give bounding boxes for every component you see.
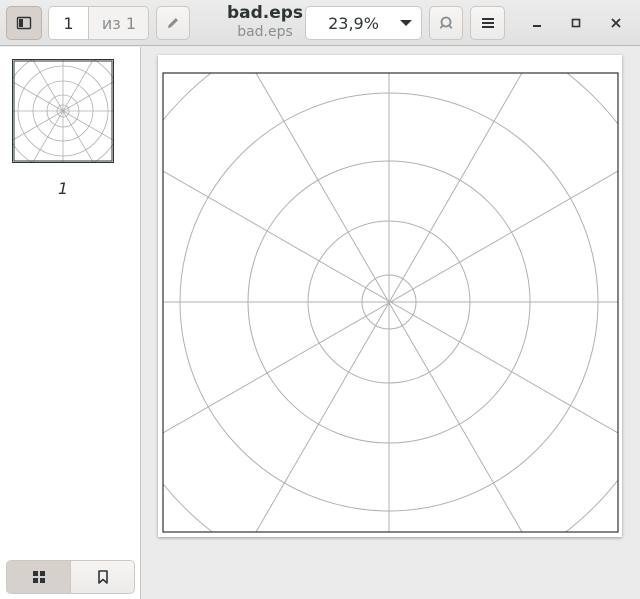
bookmark-icon [97, 570, 108, 584]
document-view[interactable] [142, 47, 640, 599]
minimize-button[interactable] [522, 6, 552, 40]
close-icon [611, 18, 621, 28]
chevron-down-icon [391, 18, 421, 28]
page-number-input[interactable] [49, 7, 89, 39]
sidebar-view-switcher [6, 560, 135, 594]
sidebar: 1 [0, 47, 141, 599]
minimize-icon [533, 25, 541, 27]
grid-icon [32, 571, 45, 583]
page-thumbnail[interactable]: 1 [2, 50, 124, 212]
hamburger-menu-icon [481, 18, 494, 28]
thumbnail-page-label: 1 [57, 179, 69, 198]
pencil-icon [168, 18, 178, 28]
sidebar-icon [16, 16, 32, 30]
search-icon [439, 16, 453, 29]
main-menu-button[interactable] [470, 6, 505, 40]
page-count-label: из 1 [89, 7, 148, 39]
zoom-value: 23,9% [328, 13, 379, 33]
thumbnails-view-button[interactable] [7, 561, 71, 593]
search-button[interactable] [429, 6, 463, 40]
zoom-dropdown[interactable]: 23,9% [305, 6, 422, 40]
maximize-icon [571, 18, 581, 28]
maximize-button[interactable] [561, 6, 591, 40]
bookmarks-view-button[interactable] [71, 561, 134, 593]
document-page [158, 55, 622, 537]
sidebar-toggle-button[interactable] [6, 6, 42, 40]
eps-drawing [162, 72, 619, 533]
annotate-button[interactable] [156, 6, 190, 40]
close-button[interactable] [601, 6, 631, 40]
page-navigator: из 1 [48, 6, 149, 40]
thumbnail-image [2, 50, 124, 172]
header-bar: из 1 bad.eps bad.eps 23,9% [0, 0, 640, 46]
